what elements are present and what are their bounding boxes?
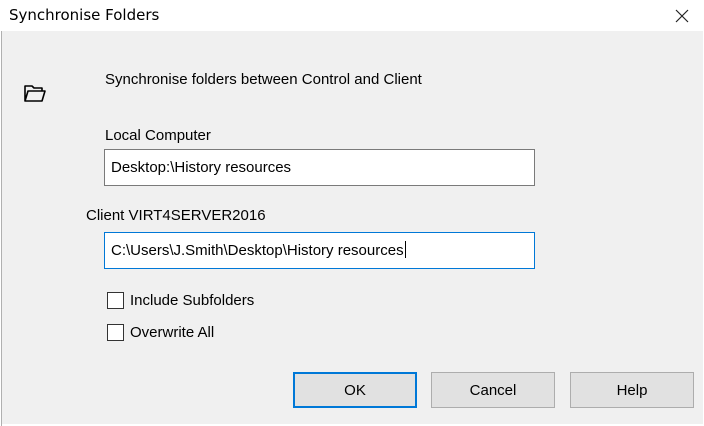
include-subfolders-label: Include Subfolders [130,291,255,309]
synchronise-folders-dialog: Synchronise Folders Synchronise folders … [0,0,704,426]
client-label: Client VIRT4SERVER2016 [86,207,266,224]
overwrite-all-checkbox[interactable] [107,323,124,341]
local-path-field[interactable]: Desktop:\History resources [104,149,535,186]
window-title: Synchronise Folders [9,6,160,24]
window-edge [1,31,2,426]
client-path-value: C:\Users\J.Smith\Desktop\History resourc… [111,242,404,259]
close-button[interactable] [659,1,704,31]
help-button[interactable]: Help [570,372,694,408]
overwrite-all-label: Overwrite All [130,323,215,341]
folder-open-icon [24,85,46,102]
cancel-button[interactable]: Cancel [431,372,555,408]
dialog-heading: Synchronise folders between Control and … [105,71,422,88]
overwrite-all-row[interactable]: Overwrite All [107,322,214,342]
local-computer-label: Local Computer [105,127,211,144]
include-subfolders-row[interactable]: Include Subfolders [107,290,254,310]
include-subfolders-checkbox[interactable] [107,291,124,309]
title-bar: Synchronise Folders [1,1,704,31]
ok-button[interactable]: OK [293,372,417,408]
client-path-field[interactable]: C:\Users\J.Smith\Desktop\History resourc… [104,232,535,269]
close-icon [675,9,689,23]
local-path-value: Desktop:\History resources [111,159,292,176]
text-caret [404,241,406,258]
